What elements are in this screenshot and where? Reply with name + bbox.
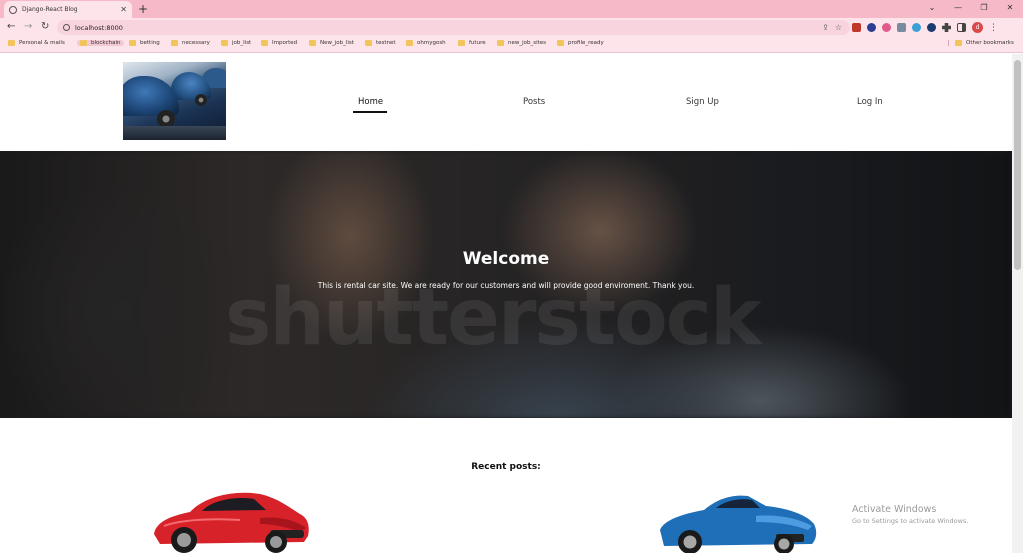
nav-home-link[interactable]: Home — [358, 97, 383, 107]
folder-icon — [261, 40, 268, 46]
site-info-icon[interactable] — [63, 24, 70, 31]
bookmark-folder[interactable]: new_job_sites — [497, 40, 546, 46]
folder-icon — [406, 40, 413, 46]
folder-icon — [309, 40, 316, 46]
profile-avatar[interactable]: d — [972, 22, 983, 33]
extension-icon[interactable] — [912, 23, 921, 32]
hero-banner: shutterstock Welcome This is rental car … — [0, 151, 1012, 418]
url-text: localhost:8000 — [75, 23, 123, 32]
folder-icon — [171, 40, 178, 46]
folder-icon — [557, 40, 564, 46]
address-bar[interactable]: localhost:8000 ⇪ ☆ — [57, 20, 850, 35]
bookmark-folder[interactable]: Personal & mails — [8, 40, 65, 46]
extensions-area: d ⋮ — [852, 22, 998, 33]
nav-posts-link[interactable]: Posts — [523, 97, 545, 107]
globe-icon — [9, 5, 17, 14]
main-nav: Home Posts Sign Up Log In — [0, 54, 1012, 151]
browser-tabstrip: Django-React Blog ✕ + ⌄ — ❐ ✕ — [0, 0, 1023, 18]
folder-icon — [129, 40, 136, 46]
scrollbar-thumb[interactable] — [1014, 60, 1021, 270]
shield-extension-icon[interactable] — [897, 23, 906, 32]
nav-signup-link[interactable]: Sign Up — [686, 97, 719, 107]
folder-icon — [497, 40, 504, 46]
folder-icon — [221, 40, 228, 46]
browser-tab[interactable]: Django-React Blog ✕ — [4, 1, 132, 18]
bookmark-folder[interactable]: job_list — [221, 40, 251, 46]
close-window-button[interactable]: ✕ — [997, 0, 1023, 18]
bookmark-folder[interactable]: New_job_list — [309, 40, 354, 46]
bookmark-folder[interactable]: ohmygosh — [406, 40, 446, 46]
bookmark-folder[interactable]: profile_ready — [557, 40, 604, 46]
other-bookmarks[interactable]: Other bookmarks — [948, 40, 1014, 46]
activate-windows-notice: Activate Windows Go to Settings to activ… — [852, 504, 968, 525]
site-header: Home Posts Sign Up Log In — [0, 54, 1012, 151]
folder-icon — [955, 40, 962, 46]
bookmarks-bar: Personal & mails blockchain betting nece… — [0, 37, 1023, 53]
puzzle-icon[interactable] — [942, 23, 951, 32]
extension-icon[interactable] — [882, 23, 891, 32]
folder-icon — [8, 40, 15, 46]
page-scrollbar[interactable] — [1012, 54, 1023, 553]
extension-badge-icon[interactable] — [867, 23, 876, 32]
window-controls: ⌄ — ❐ ✕ — [919, 0, 1023, 18]
activate-windows-subtitle: Go to Settings to activate Windows. — [852, 517, 969, 525]
side-panel-icon[interactable] — [957, 23, 966, 32]
folder-icon — [458, 40, 465, 46]
folder-icon — [365, 40, 372, 46]
folder-icon — [80, 40, 87, 46]
minimize-button[interactable]: — — [945, 0, 971, 18]
hero-title: Welcome — [462, 249, 550, 269]
restore-button[interactable]: ❐ — [971, 0, 997, 18]
activate-windows-title: Activate Windows — [852, 504, 937, 515]
bookmark-folder[interactable]: necessary — [171, 40, 210, 46]
bookmark-folder[interactable]: betting — [129, 40, 160, 46]
back-button[interactable]: ← — [7, 20, 15, 34]
tab-title: Django-React Blog — [22, 6, 78, 13]
page-viewport: Home Posts Sign Up Log In shutterstock W… — [0, 54, 1012, 553]
share-icon[interactable]: ⇪ — [822, 22, 829, 33]
reload-button[interactable]: ↻ — [41, 20, 49, 34]
bookmark-folder[interactable]: Imported — [261, 40, 297, 46]
tab-search-icon[interactable]: ⌄ — [919, 0, 945, 18]
bookmark-folder[interactable]: testnet — [365, 40, 396, 46]
bookmark-folder[interactable]: future — [458, 40, 486, 46]
gmail-extension-icon[interactable] — [852, 23, 861, 32]
menu-kebab-icon[interactable]: ⋮ — [989, 23, 998, 33]
extension-icon[interactable] — [927, 23, 936, 32]
tab-close-icon[interactable]: ✕ — [120, 5, 127, 14]
post-image-red-car[interactable] — [150, 484, 310, 553]
bookmark-folder[interactable]: blockchain — [77, 40, 124, 46]
post-image-blue-car[interactable] — [656, 486, 818, 553]
nav-login-link[interactable]: Log In — [857, 97, 883, 107]
new-tab-button[interactable]: + — [138, 1, 148, 17]
bookmark-star-icon[interactable]: ☆ — [835, 22, 842, 33]
recent-posts-heading: Recent posts: — [471, 462, 541, 472]
active-nav-underline — [353, 111, 387, 113]
forward-button[interactable]: → — [24, 20, 32, 34]
hero-description: This is rental car site. We are ready fo… — [317, 281, 695, 290]
